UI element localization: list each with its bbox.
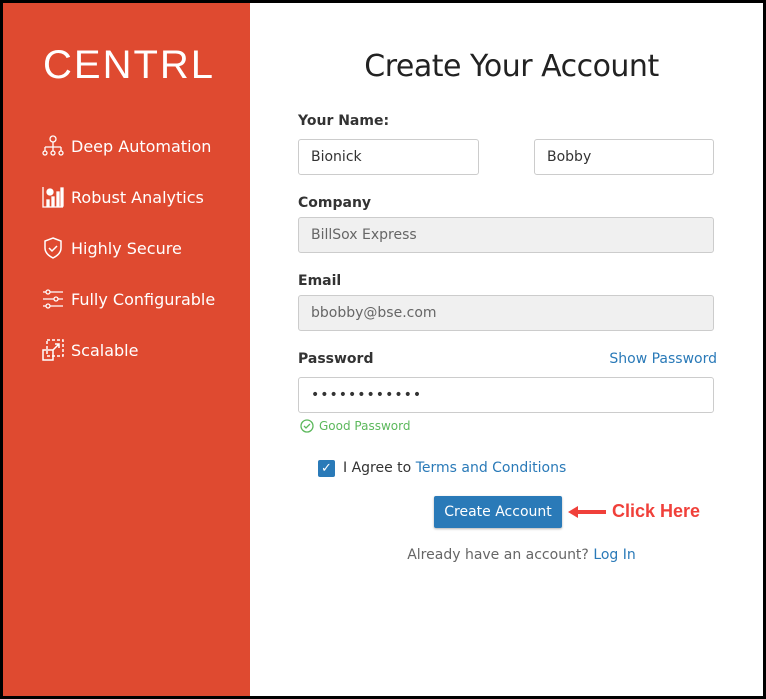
password-status-text: Good Password — [319, 419, 411, 433]
terms-link[interactable]: Terms and Conditions — [416, 460, 567, 476]
analytics-icon — [42, 187, 64, 208]
feature-label: Fully Configurable — [71, 289, 216, 309]
email-input[interactable]: bbobby@bse.com — [298, 295, 714, 331]
page-title: Create Your Account — [364, 49, 659, 84]
shield-icon — [44, 237, 62, 259]
login-prompt-text: Already have an account? — [407, 547, 589, 563]
company-input[interactable]: BillSox Express — [298, 217, 714, 253]
sidebar: CENTRL Deep Automation Robust Analytics … — [3, 3, 250, 696]
arrow-left-icon — [568, 505, 606, 518]
check-circle-icon — [300, 419, 314, 433]
agree-text: I Agree to — [343, 460, 412, 476]
login-prompt: Already have an account? Log In — [250, 547, 763, 563]
create-account-button[interactable]: Create Account — [434, 496, 562, 528]
company-label: Company — [298, 195, 372, 211]
feature-label: Highly Secure — [71, 238, 182, 258]
signup-form: Create Your Account Your Name: Bionick B… — [250, 3, 763, 696]
password-label: Password — [298, 351, 374, 367]
feature-fully-configurable: Fully Configurable — [41, 287, 215, 311]
agree-checkbox[interactable]: ✓ — [318, 460, 335, 477]
sliders-icon — [43, 289, 63, 309]
login-link[interactable]: Log In — [593, 547, 635, 563]
name-label: Your Name: — [298, 113, 390, 129]
agree-label: I Agree to Terms and Conditions — [343, 460, 566, 476]
annotation-text: Click Here — [612, 501, 701, 521]
feature-label: Deep Automation — [71, 136, 212, 156]
click-here-annotation: Click Here — [566, 501, 700, 522]
feature-deep-automation: Deep Automation — [41, 134, 211, 158]
feature-label: Robust Analytics — [71, 187, 204, 207]
feature-scalable: Scalable — [41, 338, 138, 362]
password-status: Good Password — [300, 419, 410, 433]
brand-logo: CENTRL — [43, 43, 216, 87]
show-password-link[interactable]: Show Password — [609, 351, 717, 367]
password-input[interactable]: •••••••••••• — [298, 377, 714, 413]
window: CENTRL Deep Automation Robust Analytics … — [3, 3, 763, 696]
first-name-input[interactable]: Bionick — [298, 139, 479, 175]
email-label: Email — [298, 273, 342, 289]
last-name-input[interactable]: Bobby — [534, 139, 714, 175]
scale-icon — [42, 339, 64, 361]
automation-icon — [42, 135, 64, 156]
feature-highly-secure: Highly Secure — [41, 236, 182, 260]
feature-robust-analytics: Robust Analytics — [41, 185, 204, 209]
feature-label: Scalable — [71, 340, 139, 360]
